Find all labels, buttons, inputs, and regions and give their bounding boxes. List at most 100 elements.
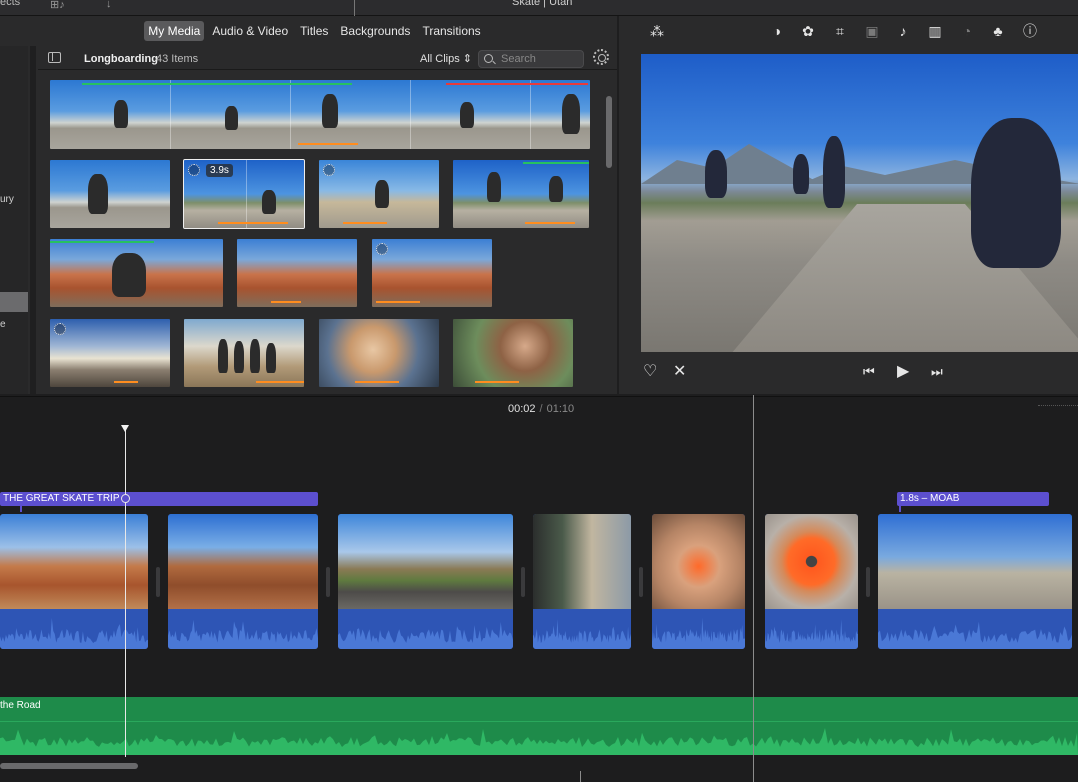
projects-button[interactable]: ects	[0, 0, 20, 8]
title-clip-tick	[899, 506, 901, 512]
skip-forward-icon[interactable]: ⏭	[931, 362, 943, 382]
browser-header: Longboarding 43 Items All Clips ⇕	[38, 46, 617, 70]
clip-filter-icon[interactable]: ♣	[990, 23, 1006, 39]
tab-backgrounds[interactable]: Backgrounds	[336, 21, 414, 41]
skater-figure	[225, 106, 238, 130]
tab-my-media[interactable]: My Media	[144, 21, 205, 41]
clip-thumbnail[interactable]	[453, 160, 589, 228]
skater-figure	[793, 154, 809, 194]
timeline-video-clip[interactable]	[652, 514, 745, 649]
clip-thumbnail[interactable]	[319, 319, 439, 387]
timeline-video-clip[interactable]	[168, 514, 318, 649]
tab-transitions[interactable]: Transitions	[418, 21, 484, 41]
video-badge-icon	[323, 164, 335, 176]
skater-figure	[705, 150, 727, 198]
timeline-video-clip[interactable]	[878, 514, 1072, 649]
media-tabs: My Media Audio & Video Titles Background…	[0, 16, 617, 46]
title-clip[interactable]: 1.8s – MOAB	[897, 492, 1049, 512]
media-import-icon[interactable]: ⊞♪	[50, 0, 65, 11]
tab-titles[interactable]: Titles	[296, 21, 332, 41]
crop-icon[interactable]: ⌗	[832, 23, 848, 39]
skater-figure	[88, 174, 108, 214]
timeline-video-clip[interactable]	[765, 514, 858, 649]
clip-filter-select[interactable]: All Clips ⇕	[420, 52, 472, 65]
color-correction-icon[interactable]: ✿	[800, 23, 816, 39]
playhead[interactable]	[121, 425, 130, 757]
clip-thumbnail[interactable]	[50, 160, 170, 228]
used-clip-bar	[376, 301, 420, 303]
skip-back-icon[interactable]: ⏮	[863, 362, 875, 382]
sidebar-toggle-icon[interactable]	[48, 52, 61, 63]
time-readout: 00:02/01:10	[508, 403, 574, 415]
clip-thumbnail-filmstrip[interactable]	[50, 80, 590, 149]
libraries-sidebar: ury e	[0, 46, 28, 394]
clip-gap-handle[interactable]	[866, 567, 870, 597]
timeline-video-clip[interactable]	[533, 514, 631, 649]
person-figure	[266, 343, 276, 373]
favorite-marker	[523, 162, 589, 164]
magic-wand-icon[interactable]: ⁂	[649, 23, 665, 39]
clip-thumbnail	[652, 514, 745, 609]
clip-thumbnail[interactable]	[237, 239, 357, 307]
clip-thumbnail[interactable]	[319, 160, 439, 228]
person-figure	[218, 339, 228, 373]
clip-gap-handle[interactable]	[639, 567, 643, 597]
clip-thumbnail[interactable]	[50, 319, 170, 387]
clip-gap-handle[interactable]	[156, 567, 160, 597]
title-clip-label: 1.8s – MOAB	[900, 493, 960, 504]
clip-gap-handle[interactable]	[521, 567, 525, 597]
sidebar-selected-item[interactable]	[0, 292, 28, 312]
clip-thumbnail	[168, 514, 318, 609]
browser-scrollbar[interactable]	[606, 96, 612, 168]
heart-icon[interactable]: ♡	[643, 362, 657, 382]
skater-figure	[487, 172, 501, 202]
timeline-scrollbar[interactable]	[0, 763, 138, 769]
clip-thumbnail[interactable]	[184, 319, 304, 387]
color-balance-icon[interactable]: ◑	[769, 23, 785, 39]
waveform-shape	[652, 617, 745, 649]
playhead-knob[interactable]	[121, 494, 130, 503]
volume-icon[interactable]: ♪	[895, 23, 911, 39]
tab-audio-video[interactable]: Audio & Video	[208, 21, 292, 41]
gear-icon[interactable]	[593, 49, 609, 65]
skater-figure	[262, 190, 276, 214]
frame-divider	[410, 80, 411, 149]
reject-icon[interactable]: ✕	[673, 362, 686, 382]
info-icon[interactable]: ⓘ	[1022, 23, 1038, 39]
clip-thumbnail-selected[interactable]: 3.9s	[183, 159, 305, 229]
equalizer-icon[interactable]: ▥	[927, 23, 943, 39]
clip-thumbnail[interactable]	[50, 239, 223, 307]
timeline-video-clip[interactable]	[338, 514, 513, 649]
skater-figure	[114, 100, 128, 128]
video-badge-icon	[54, 323, 66, 335]
used-clip-bar	[343, 222, 387, 224]
clip-gap-handle[interactable]	[326, 567, 330, 597]
waveform-shape	[878, 621, 1072, 649]
play-icon[interactable]: ▶	[897, 362, 909, 382]
used-clip-bar	[114, 381, 138, 383]
person-figure	[250, 339, 260, 373]
clip-thumbnail[interactable]	[453, 319, 573, 387]
timeline[interactable]: 00:02/01:10 THE GREAT SKATE TRIP 1.8s – …	[0, 395, 1078, 782]
sidebar-scrollbar[interactable]	[30, 46, 36, 394]
used-clip-bar	[298, 143, 358, 145]
viewer-video-frame[interactable]	[641, 54, 1078, 352]
favorite-marker	[82, 83, 352, 85]
background-music-track[interactable]: the Road	[0, 697, 1078, 755]
project-title: Skate | Utah	[512, 0, 573, 8]
used-clip-bar	[475, 381, 519, 383]
search-input[interactable]	[501, 52, 581, 66]
skater-figure	[375, 180, 389, 208]
speed-icon[interactable]: ◔	[959, 23, 975, 39]
clip-thumbnail[interactable]	[372, 239, 492, 307]
search-field[interactable]	[478, 50, 584, 68]
sidebar-item-library[interactable]: ury	[0, 194, 14, 205]
sidebar-item-event[interactable]: e	[0, 319, 6, 330]
used-clip-bar	[271, 301, 301, 303]
download-icon[interactable]: ↓	[106, 0, 112, 10]
top-toolbar: ects ⊞♪ ↓ Skate | Utah	[0, 0, 1078, 16]
skater-figure	[562, 94, 580, 134]
title-clip[interactable]: THE GREAT SKATE TRIP	[0, 492, 318, 512]
chevron-updown-icon: ⇕	[462, 53, 473, 65]
stabilization-icon[interactable]: ▣	[864, 23, 880, 39]
